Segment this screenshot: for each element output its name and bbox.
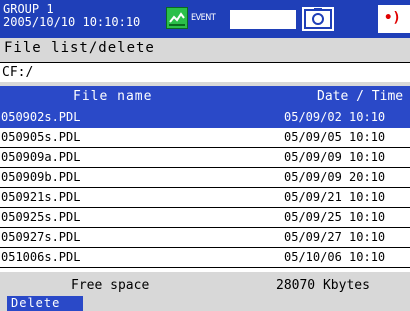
file-date: 05/09/25 10:10 [284,210,386,224]
file-row[interactable]: 050909a.PDL 05/09/09 10:10 [0,148,410,168]
file-name: 051006s.PDL [1,250,81,264]
file-row[interactable]: 051006s.PDL 05/10/06 10:10 [0,248,410,268]
file-row[interactable]: 050905s.PDL 05/09/05 10:10 [0,128,410,148]
file-name: 050927s.PDL [1,230,81,244]
free-space-label: Free space [71,278,150,293]
datetime: 2005/10/10 10:10:10 [3,15,141,29]
free-space: Free space 28070 Kbytes [0,276,410,296]
file-name: 050902s.PDL [1,110,81,124]
file-name: 050925s.PDL [1,210,81,224]
group-name: GROUP 1 [3,2,54,16]
alarm-icon: •) [378,5,410,33]
event-status-bar [230,10,296,29]
column-header-date-time: Date / Time [317,89,404,104]
file-date: 05/09/09 20:10 [284,170,386,184]
file-list[interactable]: File name Date / Time 050902s.PDL 05/09/… [0,86,410,272]
file-date: 05/09/09 10:10 [284,150,386,164]
file-date: 05/09/05 10:10 [284,130,386,144]
alarm-symbol: •) [384,10,401,26]
file-date: 05/10/06 10:10 [284,250,386,264]
file-date: 05/09/27 10:10 [284,230,386,244]
file-date: 05/09/21 10:10 [284,190,386,204]
current-path: CF:/ [0,62,410,82]
camera-icon [300,5,336,33]
file-list-header: File name Date / Time [0,86,410,108]
file-row[interactable]: 050921s.PDL 05/09/21 10:10 [0,188,410,208]
status-bar: GROUP 1 2005/10/10 10:10:10 EVENT •) [0,0,410,38]
delete-button[interactable]: Delete [7,296,83,311]
file-name: 050905s.PDL [1,130,81,144]
file-name: 050909a.PDL [1,150,81,164]
group-datetime: GROUP 1 2005/10/10 10:10:10 [3,3,140,29]
file-row[interactable]: 050909b.PDL 05/09/09 20:10 [0,168,410,188]
file-row[interactable]: 050925s.PDL 05/09/25 10:10 [0,208,410,228]
file-row[interactable]: 050902s.PDL 05/09/02 10:10 [0,108,410,128]
event-label: EVENT [191,13,216,23]
panel-title: File list/delete [4,40,155,56]
column-header-file-name: File name [73,89,153,104]
free-space-value: 28070 Kbytes [276,278,370,293]
file-row[interactable]: 050927s.PDL 05/09/27 10:10 [0,228,410,248]
file-name: 050909b.PDL [1,170,81,184]
event-icon [166,7,188,29]
file-name: 050921s.PDL [1,190,81,204]
file-date: 05/09/02 10:10 [284,110,386,124]
